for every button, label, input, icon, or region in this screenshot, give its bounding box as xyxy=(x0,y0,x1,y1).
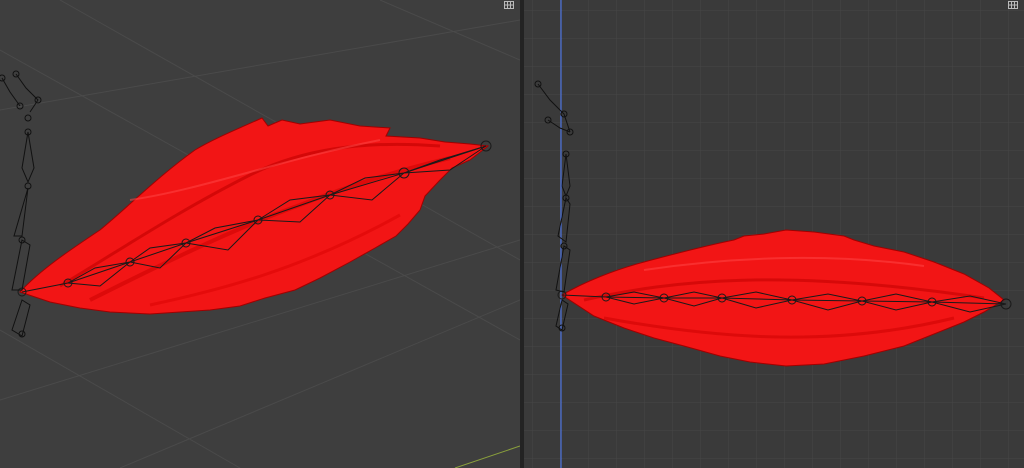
grid-line xyxy=(0,329,241,468)
grid-line xyxy=(379,0,520,61)
grid-line xyxy=(119,299,520,468)
viewport-right-orthographic[interactable] xyxy=(524,0,1024,468)
blender-workspace xyxy=(0,0,1024,468)
viewport-split-icon[interactable] xyxy=(1008,1,1018,9)
grid-line xyxy=(0,19,520,111)
viewport-left-perspective[interactable] xyxy=(0,0,520,468)
viewport-left-canvas xyxy=(0,0,520,468)
x-axis-line xyxy=(454,445,520,468)
viewport-right-canvas xyxy=(524,0,1024,468)
viewport-split-icon[interactable] xyxy=(504,1,514,9)
